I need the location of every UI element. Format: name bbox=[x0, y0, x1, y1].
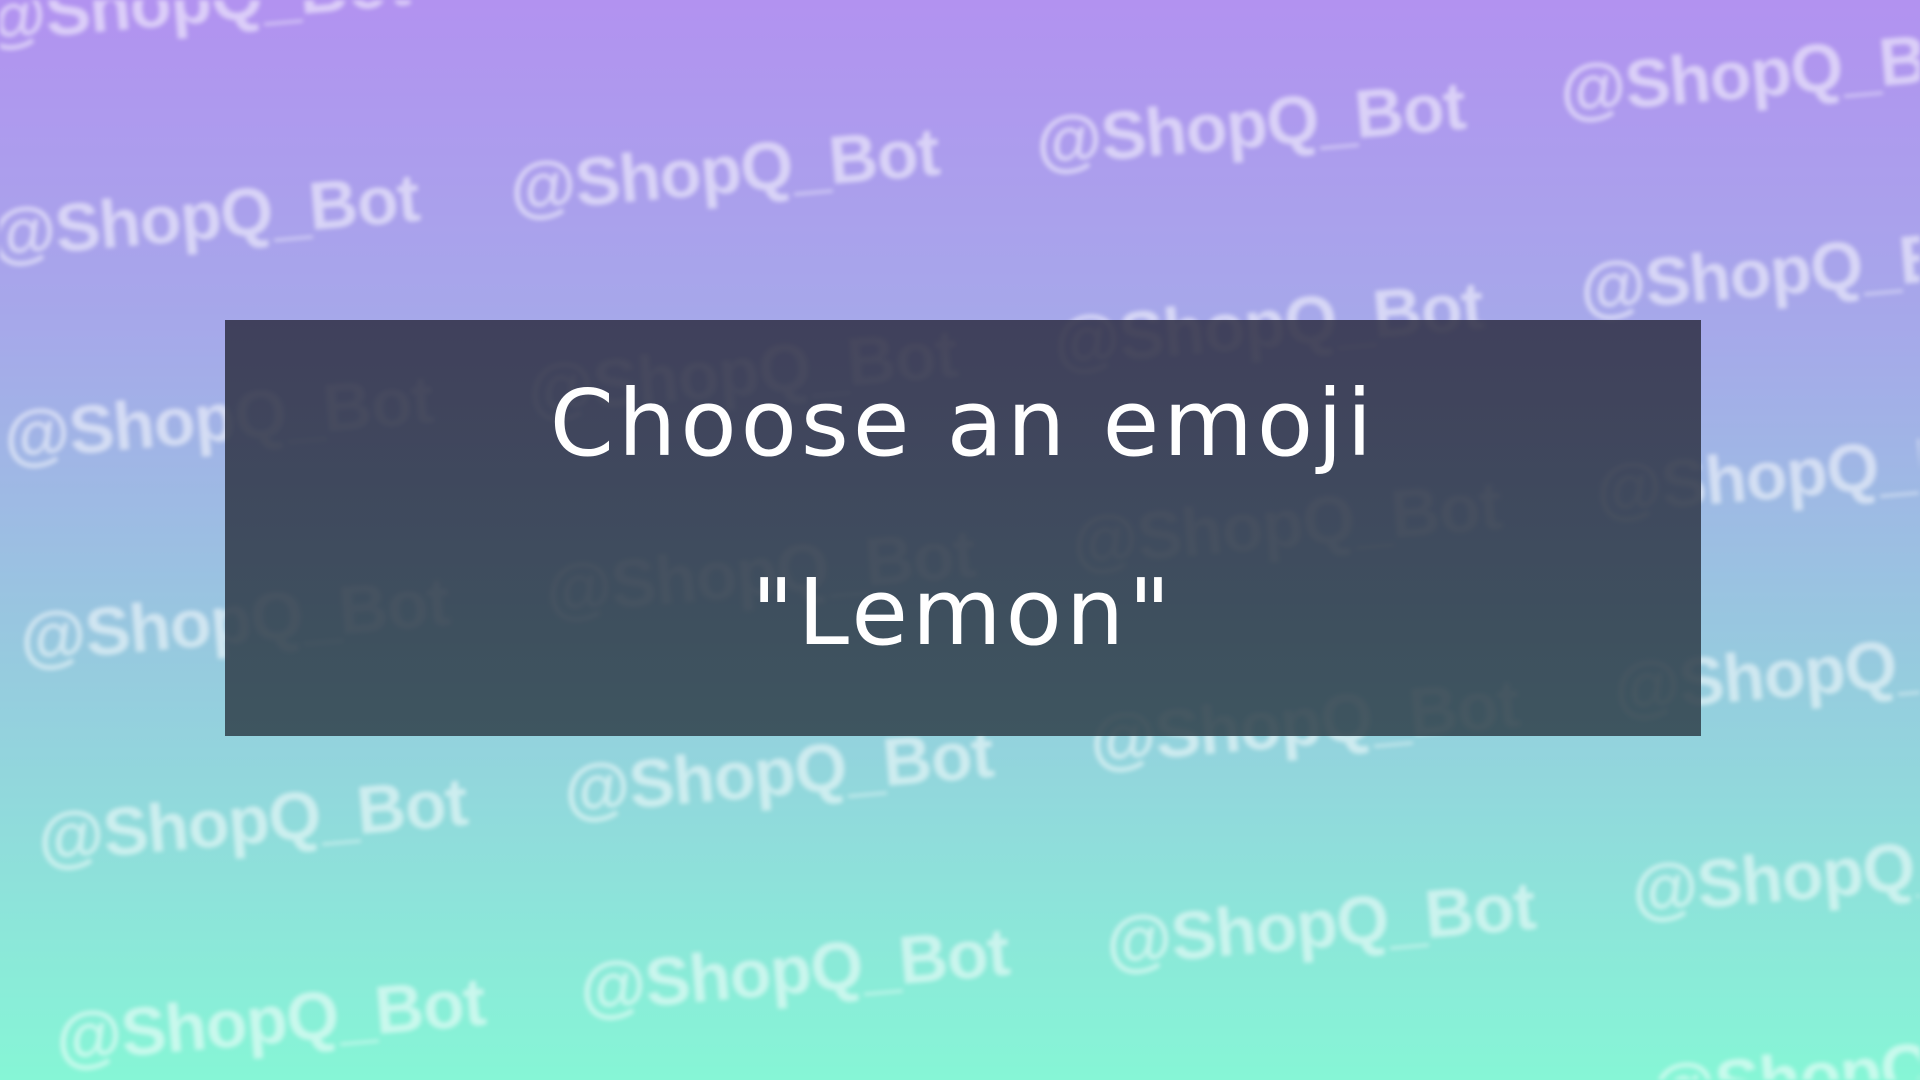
watermark-text: @ShopQ_Bot bbox=[506, 113, 942, 227]
watermark-text: @ShopQ_Bot bbox=[1576, 213, 1920, 327]
watermark-text: @ShopQ_Bot bbox=[1556, 15, 1920, 129]
watermark-text: @ShopQ_Bot bbox=[1032, 67, 1468, 181]
prompt-word: "Lemon" bbox=[751, 559, 1175, 666]
watermark-text: @ShopQ_Bot bbox=[52, 963, 488, 1077]
watermark-text: @ShopQ_Bot bbox=[34, 763, 470, 877]
watermark-text: @ShopQ_Bot bbox=[1646, 1015, 1920, 1080]
watermark-text: @ShopQ_Bot bbox=[1628, 815, 1920, 929]
watermark-text: @ShopQ_Bot bbox=[0, 159, 422, 273]
watermark-text: @ShopQ_Bot bbox=[1102, 867, 1538, 981]
watermark-text: @ShopQ_Bot bbox=[0, 0, 412, 57]
prompt-card: Choose an emoji "Lemon" bbox=[225, 320, 1701, 736]
prompt-title: Choose an emoji bbox=[549, 370, 1377, 477]
watermark-text: @ShopQ_Bot bbox=[576, 913, 1012, 1027]
